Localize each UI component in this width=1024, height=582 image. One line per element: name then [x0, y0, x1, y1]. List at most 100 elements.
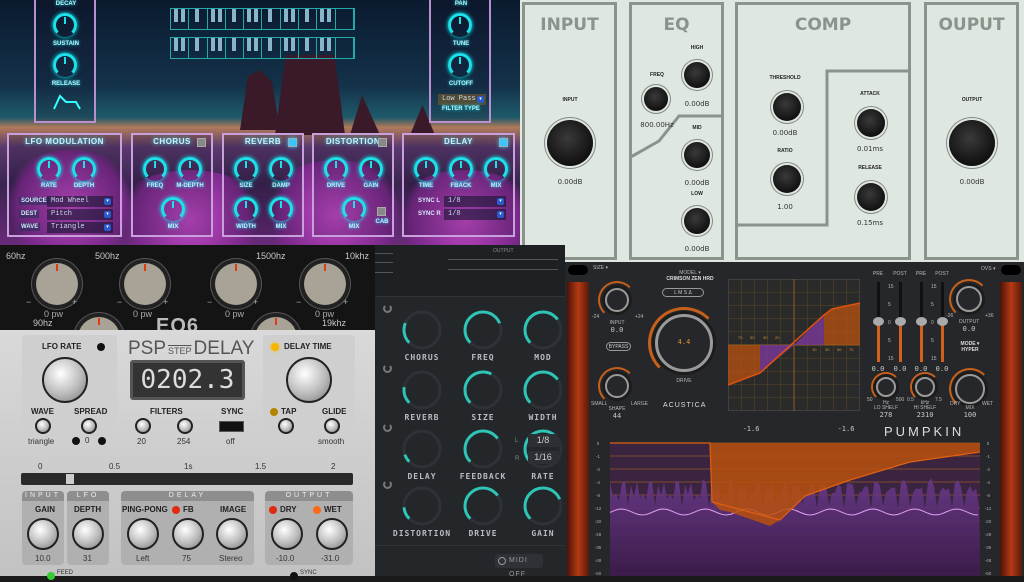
shape-knob[interactable]: [605, 374, 629, 398]
fader[interactable]: [895, 282, 906, 362]
output-knob[interactable]: [949, 120, 995, 166]
delay-toggle[interactable]: [499, 138, 508, 147]
delay-mix-knob[interactable]: [484, 157, 508, 181]
band4-gain-knob[interactable]: [304, 263, 346, 305]
dry-knob[interactable]: [271, 518, 303, 550]
keyboard-strip-lower[interactable]: [170, 37, 355, 59]
filter-type-select[interactable]: Low Pass ▾: [438, 94, 486, 105]
glide-knob[interactable]: [324, 418, 340, 434]
lfo-rate-knob[interactable]: [37, 157, 61, 181]
power-icon[interactable]: [383, 364, 392, 373]
mode-value[interactable]: HYPER: [955, 347, 985, 353]
fx-knob[interactable]: [522, 485, 564, 527]
source-select[interactable]: Mod Wheel ▾: [47, 196, 113, 207]
depth-knob[interactable]: [72, 518, 104, 550]
delay-fback-knob[interactable]: [449, 157, 473, 181]
fx-knob[interactable]: [462, 309, 504, 351]
input-knob[interactable]: [547, 120, 593, 166]
fb-knob[interactable]: [172, 518, 204, 550]
input-knob[interactable]: [605, 288, 629, 312]
fader-handle[interactable]: [895, 317, 906, 326]
threshold-knob[interactable]: [773, 93, 801, 121]
fx-knob[interactable]: [462, 485, 504, 527]
filter-high-knob[interactable]: [177, 418, 193, 434]
fx-knob[interactable]: [401, 428, 443, 470]
output-knob[interactable]: [956, 286, 982, 312]
menu-icon[interactable]: [375, 253, 393, 254]
ping-pong-knob[interactable]: [127, 518, 159, 550]
eq-mid-knob[interactable]: [684, 142, 710, 168]
model-value[interactable]: CRIMSON ZEN HRD: [655, 276, 725, 282]
chorus-mix-knob[interactable]: [161, 197, 185, 221]
chorus-mdepth-knob[interactable]: [178, 157, 202, 181]
delay-time-knob[interactable]: [286, 357, 332, 403]
reverb-toggle[interactable]: [288, 138, 297, 147]
output-slider-2[interactable]: [448, 269, 558, 270]
delay-time-knob[interactable]: [414, 157, 438, 181]
power-icon[interactable]: [383, 480, 392, 489]
release-knob[interactable]: [857, 183, 885, 211]
image-knob[interactable]: [216, 518, 248, 550]
lfo-depth-knob[interactable]: [72, 157, 96, 181]
bypass-button[interactable]: BYPASS: [606, 342, 631, 351]
power-icon[interactable]: [383, 423, 392, 432]
pan-knob[interactable]: [448, 13, 472, 37]
fx-knob[interactable]: [401, 309, 443, 351]
ratio-knob[interactable]: [773, 165, 801, 193]
eq-low-knob[interactable]: [684, 208, 710, 234]
fx-knob[interactable]: [462, 428, 504, 470]
keyboard-strip-upper[interactable]: [170, 8, 355, 30]
distortion-mix-knob[interactable]: [342, 197, 366, 221]
rate-l-value[interactable]: 1/8: [528, 434, 558, 447]
size-menu[interactable]: SIZE ▾: [593, 265, 608, 271]
spread-knob[interactable]: [81, 418, 97, 434]
eq-high-knob[interactable]: [684, 62, 710, 88]
distortion-drive-knob[interactable]: [324, 157, 348, 181]
fx-knob[interactable]: [401, 485, 443, 527]
output-slider[interactable]: [448, 259, 558, 260]
tap-button[interactable]: [278, 418, 294, 434]
reverb-damp-knob[interactable]: [269, 157, 293, 181]
fader-handle[interactable]: [916, 317, 927, 326]
fx-knob[interactable]: [522, 309, 564, 351]
rate-r-value[interactable]: 1/16: [528, 451, 558, 464]
power-icon[interactable]: [383, 304, 392, 313]
mix-knob[interactable]: [955, 374, 985, 404]
delay-timeline[interactable]: [21, 473, 353, 485]
lo-shelf-knob[interactable]: [876, 377, 896, 397]
wave-knob[interactable]: [35, 418, 51, 434]
low-cut-knob[interactable]: [78, 317, 120, 330]
fader-handle[interactable]: [873, 317, 884, 326]
midi-off-button[interactable]: MIDI OFF: [495, 554, 543, 578]
reverb-size-knob[interactable]: [234, 157, 258, 181]
cab-toggle[interactable]: [377, 207, 386, 216]
high-cut-knob[interactable]: [255, 317, 297, 330]
dest-select[interactable]: Pitch ▾: [47, 209, 113, 220]
fx-knob[interactable]: [401, 369, 443, 411]
distortion-gain-knob[interactable]: [359, 157, 383, 181]
reverb-mix-knob[interactable]: [269, 197, 293, 221]
wave-select[interactable]: Triangle ▾: [47, 222, 113, 233]
hi-shelf-knob[interactable]: [915, 377, 935, 397]
attack-knob[interactable]: [857, 109, 885, 137]
lfo-rate-knob[interactable]: [42, 357, 88, 403]
band3-gain-knob[interactable]: [215, 263, 257, 305]
sustain-knob[interactable]: [53, 53, 77, 77]
gain-knob[interactable]: [27, 518, 59, 550]
fx-knob[interactable]: [462, 369, 504, 411]
timeline-handle[interactable]: [66, 474, 74, 484]
fader[interactable]: [916, 282, 927, 362]
filter-low-knob[interactable]: [135, 418, 151, 434]
sync-switch[interactable]: [219, 421, 244, 432]
stereo-mode-selector[interactable]: L M S Δ: [662, 288, 704, 297]
decay-knob[interactable]: [53, 13, 77, 37]
fader[interactable]: [873, 282, 884, 362]
chorus-toggle[interactable]: [197, 138, 206, 147]
wet-knob[interactable]: [316, 518, 348, 550]
band2-gain-knob[interactable]: [124, 263, 166, 305]
tune-knob[interactable]: [448, 53, 472, 77]
chorus-freq-knob[interactable]: [143, 157, 167, 181]
sync-r-select[interactable]: 1/8 ▾: [444, 209, 506, 220]
ovs-menu[interactable]: OVS ▾: [981, 266, 995, 272]
eq-freq-knob[interactable]: [644, 87, 668, 111]
